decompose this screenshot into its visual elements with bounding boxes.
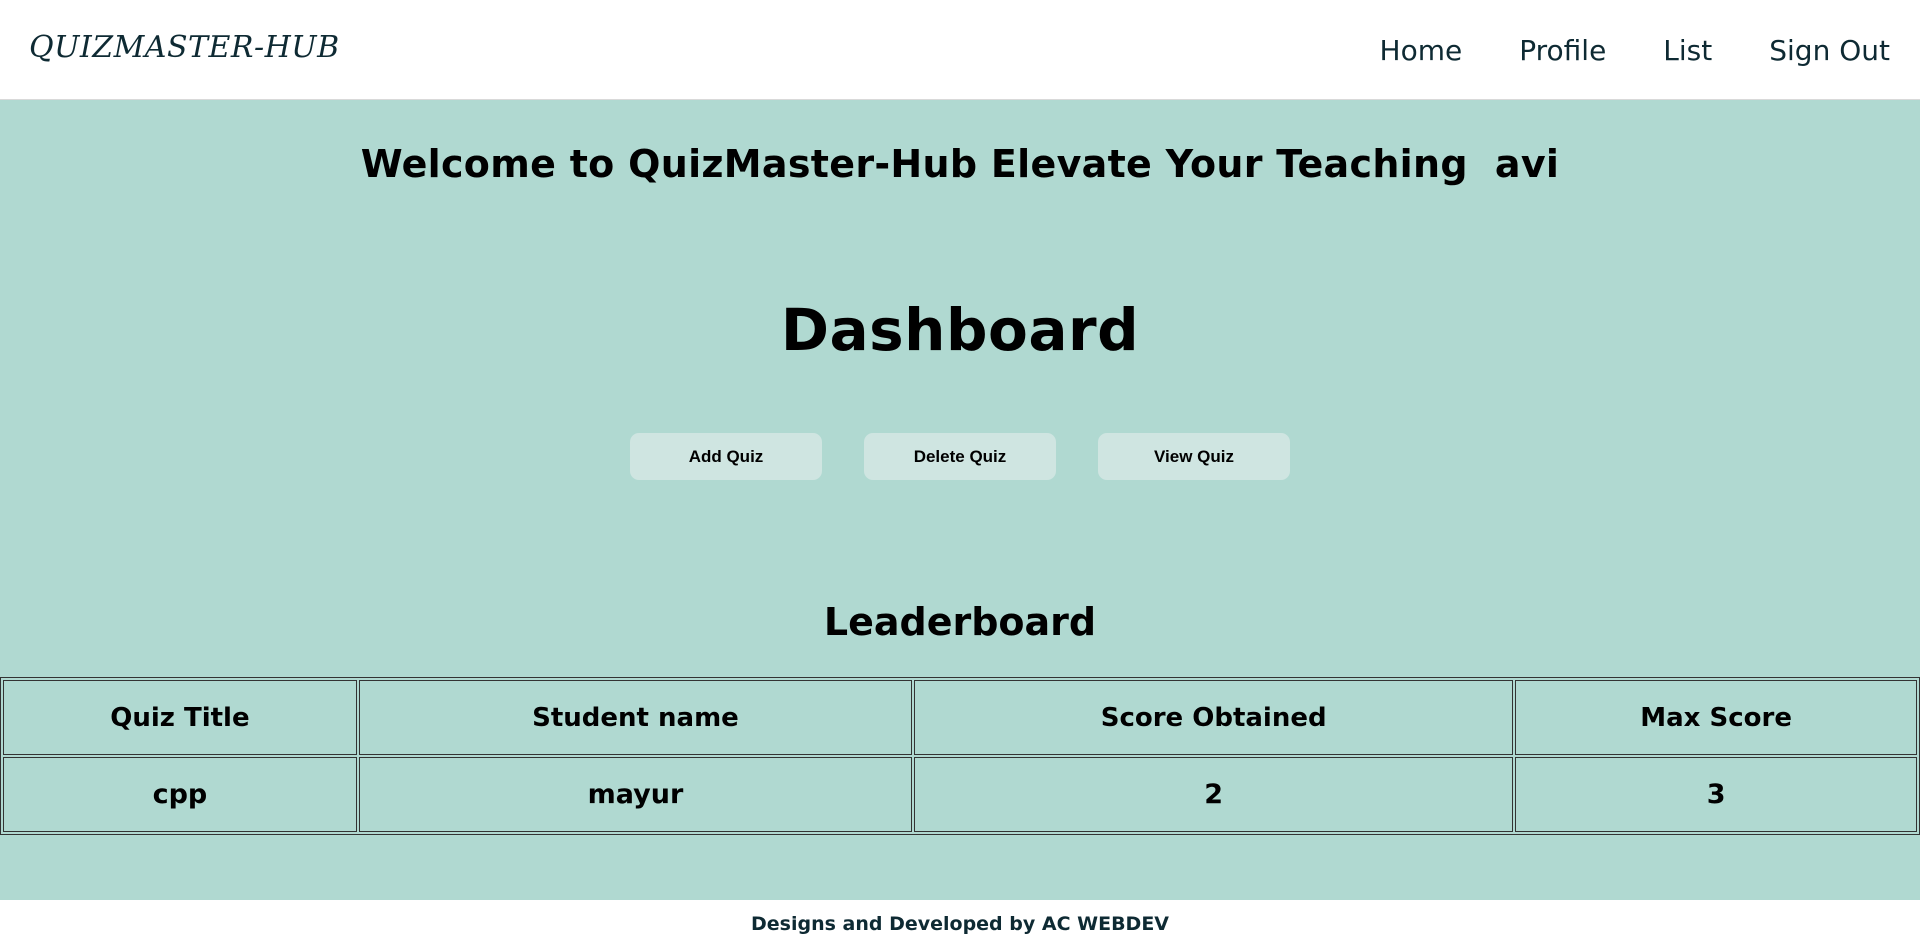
nav-link-list[interactable]: List [1663,34,1712,67]
navbar: QUIZMASTER-HUB Home Profile List Sign Ou… [0,0,1920,100]
add-quiz-button[interactable]: Add Quiz [630,433,822,480]
leaderboard-table: Quiz Title Student name Score Obtained M… [0,677,1920,835]
leaderboard-table-wrapper: Quiz Title Student name Score Obtained M… [0,677,1920,835]
table-row: cpp mayur 2 3 [3,757,1917,832]
view-quiz-button[interactable]: View Quiz [1098,433,1290,480]
cell-quiz-title: cpp [3,757,357,832]
footer: Designs and Developed by AC WEBDEV [0,900,1920,948]
brand-logo[interactable]: QUIZMASTER-HUB [29,30,340,65]
nav-link-profile[interactable]: Profile [1519,34,1606,67]
column-header-max-score: Max Score [1515,680,1917,755]
cell-student-name: mayur [358,757,913,832]
nav-link-home[interactable]: Home [1380,34,1463,67]
table-header-row: Quiz Title Student name Score Obtained M… [3,680,1917,755]
footer-credit: Designs and Developed by AC WEBDEV [750,913,1170,935]
delete-quiz-button[interactable]: Delete Quiz [864,433,1056,480]
column-header-score-obtained: Score Obtained [914,680,1514,755]
column-header-quiz-title: Quiz Title [3,680,357,755]
cell-score-obtained: 2 [914,757,1514,832]
nav-link-sign-out[interactable]: Sign Out [1769,34,1890,67]
page-title: Dashboard [780,296,1140,364]
column-header-student-name: Student name [358,680,913,755]
main-content: Welcome to QuizMaster-Hub Elevate Your T… [0,100,1920,900]
dashboard-actions: Add Quiz Delete Quiz View Quiz [0,433,1920,480]
leaderboard-title: Leaderboard [823,600,1097,644]
nav-links: Home Profile List Sign Out [1323,0,1890,100]
welcome-message: Welcome to QuizMaster-Hub Elevate Your T… [360,142,1560,186]
cell-max-score: 3 [1515,757,1917,832]
